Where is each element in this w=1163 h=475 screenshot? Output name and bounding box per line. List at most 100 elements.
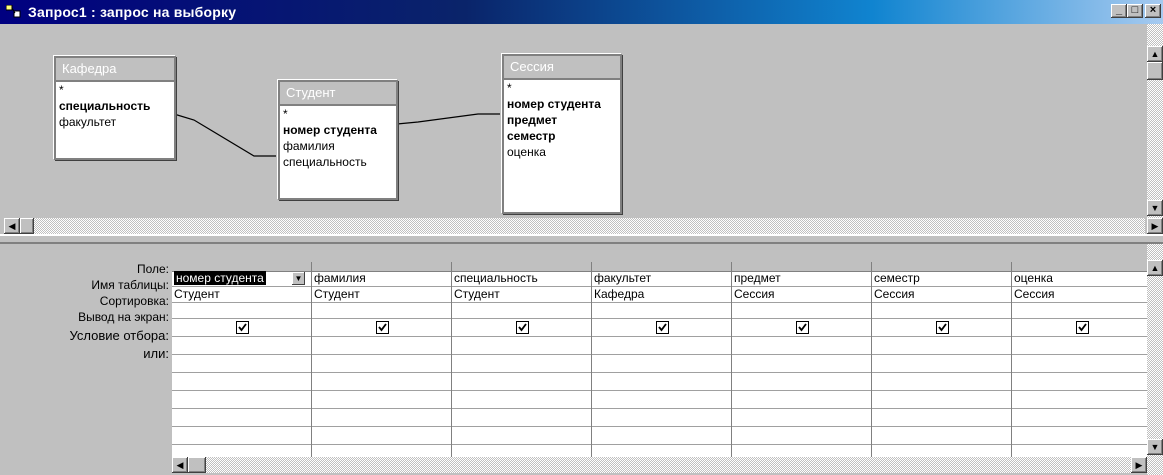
empty-cell[interactable] <box>452 427 591 445</box>
table-field[interactable]: номер студента <box>504 96 620 112</box>
scroll-thumb[interactable] <box>1147 62 1163 80</box>
empty-cell[interactable] <box>732 427 871 445</box>
field-cell[interactable]: оценка <box>1012 271 1151 287</box>
table-field[interactable]: номер студента <box>280 122 396 138</box>
criteria-cell[interactable] <box>452 337 591 355</box>
show-checkbox[interactable] <box>935 321 949 334</box>
table-title[interactable]: Кафедра <box>56 58 174 82</box>
upper-vertical-scrollbar[interactable]: ▲ ▼ ▶ <box>1147 24 1163 234</box>
sort-cell[interactable] <box>452 303 591 319</box>
empty-cell[interactable] <box>312 409 451 427</box>
field-cell[interactable]: факультет <box>592 271 731 287</box>
table-list-kafedra[interactable]: Кафедра * специальность факультет <box>54 56 176 160</box>
show-checkbox[interactable] <box>795 321 809 334</box>
or-cell[interactable] <box>312 355 451 373</box>
table-field[interactable]: предмет <box>504 112 620 128</box>
scroll-thumb[interactable] <box>20 218 34 234</box>
arrow-up-icon[interactable]: ▲ <box>1147 46 1163 62</box>
empty-cell[interactable] <box>1012 427 1151 445</box>
arrow-right-icon[interactable]: ▶ <box>1147 218 1163 234</box>
table-field[interactable]: специальность <box>56 98 174 114</box>
or-cell[interactable] <box>1012 355 1151 373</box>
table-field[interactable]: факультет <box>56 114 174 130</box>
arrow-left-icon[interactable]: ◀ <box>172 457 188 473</box>
empty-cell[interactable] <box>872 409 1011 427</box>
table-list-student[interactable]: Студент * номер студента фамилия специально… <box>278 80 398 200</box>
table-title[interactable]: Сессия <box>504 56 620 80</box>
table-field[interactable]: оценка <box>504 144 620 160</box>
empty-cell[interactable] <box>312 391 451 409</box>
empty-cell[interactable] <box>872 373 1011 391</box>
criteria-cell[interactable] <box>732 337 871 355</box>
table-name-cell[interactable]: Сессия <box>872 287 1011 303</box>
empty-cell[interactable] <box>172 391 311 409</box>
sort-cell[interactable] <box>312 303 451 319</box>
empty-cell[interactable] <box>732 373 871 391</box>
maximize-button[interactable]: □ <box>1127 4 1143 18</box>
dropdown-arrow-icon[interactable]: ▼ <box>292 272 305 285</box>
sort-cell[interactable] <box>732 303 871 319</box>
sort-cell[interactable] <box>1012 303 1151 319</box>
lower-vertical-scrollbar[interactable]: ▲ ▼ <box>1147 244 1163 475</box>
empty-cell[interactable] <box>452 409 591 427</box>
or-cell[interactable] <box>172 355 311 373</box>
empty-cell[interactable] <box>312 373 451 391</box>
empty-cell[interactable] <box>592 427 731 445</box>
field-cell[interactable]: фамилия <box>312 271 451 287</box>
table-field[interactable]: * <box>280 106 396 122</box>
empty-cell[interactable] <box>1012 373 1151 391</box>
arrow-up-icon[interactable]: ▲ <box>1147 260 1163 276</box>
empty-cell[interactable] <box>452 391 591 409</box>
table-name-cell[interactable]: Сессия <box>732 287 871 303</box>
sort-cell[interactable] <box>592 303 731 319</box>
minimize-button[interactable]: _ <box>1111 4 1127 18</box>
empty-cell[interactable] <box>172 373 311 391</box>
empty-cell[interactable] <box>732 409 871 427</box>
or-cell[interactable] <box>732 355 871 373</box>
table-list-session[interactable]: Сессия * номер студента предмет семестр оцен… <box>502 54 622 214</box>
empty-cell[interactable] <box>872 391 1011 409</box>
criteria-cell[interactable] <box>872 337 1011 355</box>
empty-cell[interactable] <box>732 391 871 409</box>
sort-cell[interactable] <box>172 303 311 319</box>
empty-cell[interactable] <box>312 427 451 445</box>
table-field[interactable]: * <box>504 80 620 96</box>
empty-cell[interactable] <box>592 373 731 391</box>
show-checkbox[interactable] <box>1075 321 1089 334</box>
arrow-left-icon[interactable]: ◀ <box>4 218 20 234</box>
show-checkbox[interactable] <box>375 321 389 334</box>
table-field[interactable]: * <box>56 82 174 98</box>
criteria-cell[interactable] <box>172 337 311 355</box>
table-field[interactable]: семестр <box>504 128 620 144</box>
table-name-cell[interactable]: Студент <box>452 287 591 303</box>
field-cell[interactable]: семестр <box>872 271 1011 287</box>
sort-cell[interactable] <box>872 303 1011 319</box>
empty-cell[interactable] <box>592 391 731 409</box>
criteria-cell[interactable] <box>592 337 731 355</box>
empty-cell[interactable] <box>1012 391 1151 409</box>
table-name-cell[interactable]: Студент <box>312 287 451 303</box>
table-name-cell[interactable]: Студент <box>172 287 311 303</box>
arrow-down-icon[interactable]: ▼ <box>1147 439 1163 455</box>
empty-cell[interactable] <box>452 373 591 391</box>
arrow-right-icon[interactable]: ▶ <box>1131 457 1147 473</box>
scroll-thumb[interactable] <box>188 457 206 473</box>
title-bar[interactable]: Запрос1 : запрос на выборку _ □ × <box>0 0 1163 24</box>
arrow-down-icon[interactable]: ▼ <box>1147 200 1163 216</box>
criteria-cell[interactable] <box>1012 337 1151 355</box>
empty-cell[interactable] <box>172 427 311 445</box>
upper-horizontal-scrollbar[interactable]: ◀ <box>4 218 1145 234</box>
empty-cell[interactable] <box>172 409 311 427</box>
table-name-cell[interactable]: Сессия <box>1012 287 1151 303</box>
show-checkbox[interactable] <box>515 321 529 334</box>
empty-cell[interactable] <box>1012 409 1151 427</box>
or-cell[interactable] <box>592 355 731 373</box>
table-name-cell[interactable]: Кафедра <box>592 287 731 303</box>
pane-splitter[interactable] <box>0 234 1163 244</box>
table-title[interactable]: Студент <box>280 82 396 106</box>
or-cell[interactable] <box>452 355 591 373</box>
field-cell[interactable]: предмет <box>732 271 871 287</box>
table-field[interactable]: фамилия <box>280 138 396 154</box>
show-checkbox[interactable] <box>235 321 249 334</box>
criteria-cell[interactable] <box>312 337 451 355</box>
